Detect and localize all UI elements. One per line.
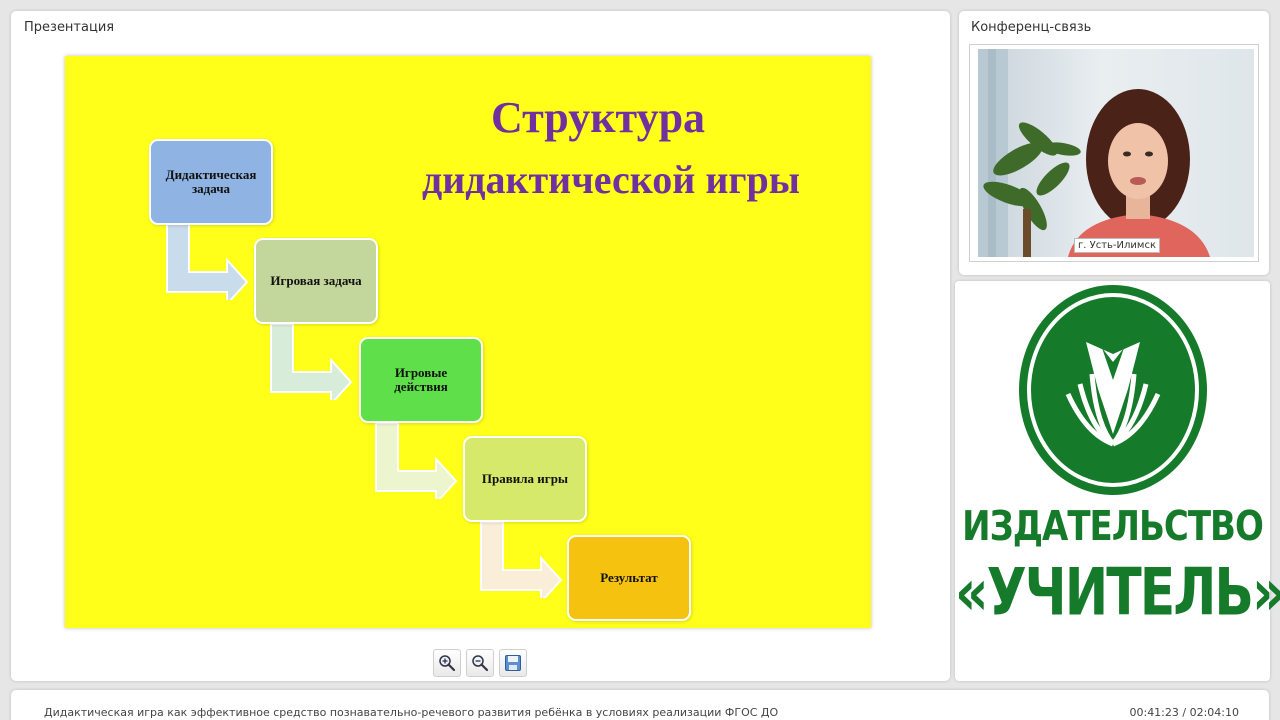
zoom-in-icon [439,655,456,672]
publisher-logo-panel: ИЗДАТЕЛЬСТВО «УЧИТЕЛЬ» [955,281,1280,681]
speaker-video-image [978,49,1210,257]
zoom-in-button[interactable] [433,649,461,677]
slide: Структура дидактической игры Дидактическ… [65,56,871,628]
video-frame: г. Усть-Илимск [978,49,1254,257]
video-feed[interactable]: г. Усть-Илимск [969,44,1259,262]
step-arrow-3 [375,423,458,499]
step-game-actions: Игровые действия [359,337,483,423]
step-game-rules: Правила игры [463,436,587,522]
zoom-out-button[interactable] [466,649,494,677]
presentation-panel-title: Презентация [24,20,115,35]
step-didactic-task: Дидактическая задача [149,139,273,225]
step-arrow-4 [480,522,563,598]
slide-title-line1: Структура [490,93,706,142]
step-label: Игровая задача [270,272,362,288]
location-label: г. Усть-Илимск [1074,238,1160,253]
save-button[interactable] [499,649,527,677]
step-arrow-1 [166,224,249,300]
publisher-name-line1: ИЗДАТЕЛЬСТВО [962,503,1264,551]
step-label: Правила игры [481,470,569,486]
step-label: Результат [600,569,658,585]
slide-title-line2: дидактической игры [421,157,801,202]
footer-bar: Дидактическая игра как эффективное средс… [11,690,1269,720]
publisher-name-line2: «УЧИТЕЛЬ» [955,555,1280,631]
publisher-logo-icon [1019,285,1207,495]
presentation-panel: Презентация Структура дидактической игры… [11,11,950,681]
step-game-task: Игровая задача [254,238,378,324]
save-icon [505,655,521,671]
zoom-out-icon [472,655,489,672]
step-result: Результат [567,535,691,621]
step-arrow-2 [270,324,353,400]
step-label: Игровые действия [394,364,448,394]
webinar-description: Дидактическая игра как эффективное средс… [44,706,779,719]
conference-panel-title: Конференц-связь [971,20,1092,35]
conference-panel: Конференц-связь г. Усть-Илимск [959,11,1269,275]
playback-time: 00:41:23 / 02:04:10 [1129,706,1239,719]
step-label: Дидактическая задача [165,166,257,196]
